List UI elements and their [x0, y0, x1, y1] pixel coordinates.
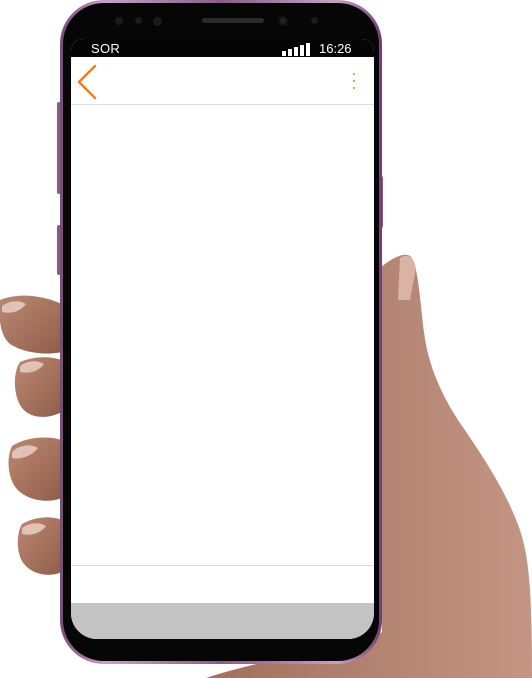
mockup-stage: SOR 16:26 [0, 0, 532, 678]
main-content [71, 106, 374, 565]
status-time: 16:26 [319, 41, 352, 56]
app-header [71, 57, 374, 105]
chevron-left-icon [77, 64, 97, 100]
more-vertical-icon [353, 80, 355, 82]
sensor-icon [115, 17, 123, 25]
footer-area [71, 566, 374, 603]
sensor-icon [153, 17, 162, 26]
back-button[interactable] [75, 64, 101, 100]
earpiece-speaker [202, 18, 264, 23]
phone-screen: SOR 16:26 [71, 39, 374, 639]
phone-frame: SOR 16:26 [60, 0, 382, 664]
more-vertical-icon [353, 87, 355, 89]
overflow-menu-button[interactable] [348, 71, 360, 93]
status-bar: SOR 16:26 [71, 39, 374, 57]
front-camera-icon [278, 16, 288, 26]
sensor-icon [311, 17, 318, 24]
more-vertical-icon [353, 73, 355, 75]
carrier-label: SOR [91, 41, 121, 56]
signal-strength-icon [282, 42, 312, 56]
sensor-icon [135, 17, 142, 24]
bottom-bar [71, 603, 374, 639]
phone-bezel: SOR 16:26 [63, 3, 379, 661]
